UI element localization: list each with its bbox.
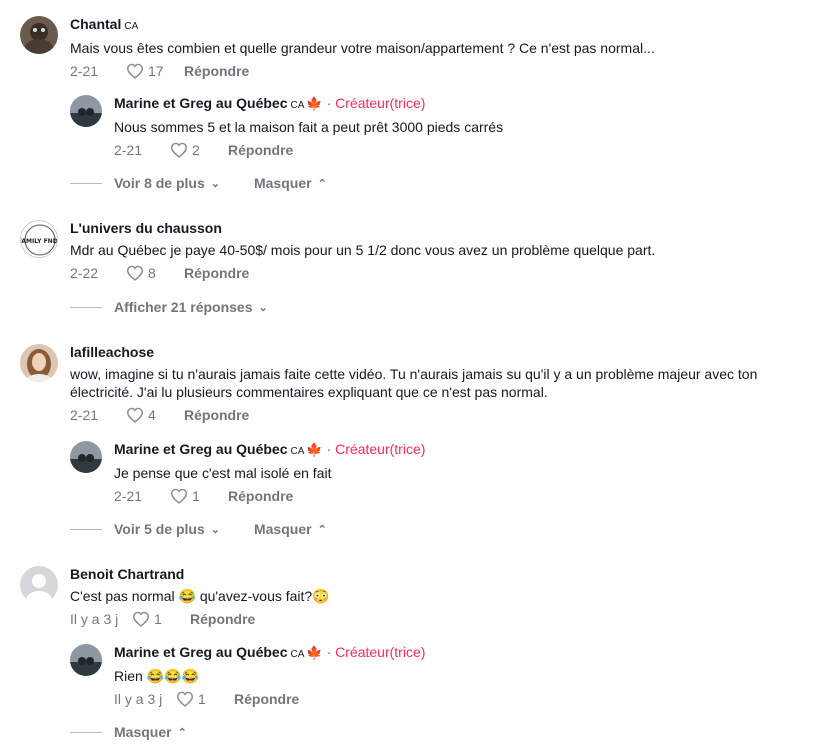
comment-date: 2-22 xyxy=(70,265,99,281)
comment-author[interactable]: Marine et Greg au Québec CA 🍁 · Créateur(tr… xyxy=(114,441,817,460)
like-button[interactable]: 17 xyxy=(126,63,184,79)
country-code: CA xyxy=(290,100,305,111)
like-button[interactable]: 8 xyxy=(126,265,184,281)
comment-text: Je pense que c'est mal isolé en fait xyxy=(114,465,332,481)
reply-button[interactable]: Répondre xyxy=(234,691,299,707)
like-count: 1 xyxy=(154,611,162,627)
comment-date: 2-21 xyxy=(70,63,99,79)
like-count: 4 xyxy=(148,407,156,423)
heart-icon xyxy=(170,488,188,504)
hide-replies-button[interactable]: Masquer ⌃ xyxy=(254,175,327,191)
country-code: CA xyxy=(290,649,305,660)
thread-controls: Voir 8 de plus ⌄ Masquer ⌃ xyxy=(70,175,327,191)
comment-text: Mais vous êtes combien et quelle grandeu… xyxy=(70,40,655,56)
comment-text: wow, imagine si tu n'aurais jamais faite… xyxy=(70,366,758,400)
comment-meta: 2-21 1 Répondre xyxy=(114,486,817,506)
maple-leaf-icon: 🍁 xyxy=(306,645,323,660)
reply-button[interactable]: Répondre xyxy=(228,488,293,504)
like-button[interactable]: 4 xyxy=(126,407,184,423)
reply-button[interactable]: Répondre xyxy=(228,142,293,158)
chevron-up-icon: ⌃ xyxy=(317,177,327,190)
avatar[interactable] xyxy=(70,95,102,127)
comment-date: Il y a 3 j xyxy=(70,611,119,627)
like-count: 1 xyxy=(192,488,200,504)
reply-button[interactable]: Répondre xyxy=(190,611,255,627)
like-count: 1 xyxy=(198,691,206,707)
view-more-replies-button[interactable]: Voir 5 de plus ⌄ xyxy=(114,521,220,537)
divider xyxy=(70,528,102,530)
thread-controls: Masquer ⌃ xyxy=(70,724,187,740)
heart-icon xyxy=(132,611,150,627)
comment-author[interactable]: Marine et Greg au Québec CA 🍁 · Créateur(tr… xyxy=(114,644,817,663)
comment-meta: 2-21 17 Répondre xyxy=(70,61,817,81)
avatar[interactable]: FAMILY FNDS xyxy=(20,220,58,258)
comment-meta: Il y a 3 j 1 Répondre xyxy=(70,609,817,629)
heart-icon xyxy=(126,265,144,281)
comment-author[interactable]: Marine et Greg au Québec CA 🍁 · Créateur(tr… xyxy=(114,95,817,114)
like-count: 2 xyxy=(192,142,200,158)
maple-leaf-icon: 🍁 xyxy=(306,96,323,111)
like-button[interactable]: 1 xyxy=(176,691,234,707)
hide-replies-button[interactable]: Masquer ⌃ xyxy=(114,724,187,740)
creator-badge: · Créateur(trice) xyxy=(326,441,426,457)
avatar[interactable] xyxy=(70,644,102,676)
chevron-down-icon: ⌄ xyxy=(210,523,220,536)
like-count: 8 xyxy=(148,265,156,281)
comment-date: 2-21 xyxy=(114,142,143,158)
chevron-down-icon: ⌄ xyxy=(210,177,220,190)
chevron-up-icon: ⌃ xyxy=(177,726,187,739)
divider xyxy=(70,731,102,733)
show-replies-button[interactable]: Afficher 21 réponses ⌄ xyxy=(114,299,268,315)
like-button[interactable]: 1 xyxy=(170,488,228,504)
chevron-down-icon: ⌄ xyxy=(258,301,268,314)
divider xyxy=(70,306,102,308)
like-button[interactable]: 1 xyxy=(132,611,190,627)
heart-icon xyxy=(126,63,144,79)
comment-text: Mdr au Québec je paye 40-50$/ mois pour … xyxy=(70,242,656,258)
chevron-up-icon: ⌃ xyxy=(317,523,327,536)
creator-badge: · Créateur(trice) xyxy=(326,95,426,111)
comment-meta: Il y a 3 j 1 Répondre xyxy=(114,689,817,709)
creator-badge: · Créateur(trice) xyxy=(326,644,426,660)
comment-author[interactable]: Benoit Chartrand xyxy=(70,566,817,583)
comment-meta: 2-21 4 Répondre xyxy=(70,405,817,425)
comment-date: Il y a 3 j xyxy=(114,691,163,707)
hide-replies-button[interactable]: Masquer ⌃ xyxy=(254,521,327,537)
comment-author[interactable]: lafilleachose xyxy=(70,344,817,361)
thread-controls: Afficher 21 réponses ⌄ xyxy=(70,299,268,315)
comment-date: 2-21 xyxy=(70,407,99,423)
comment-text: C'est pas normal 😂 qu'avez-vous fait?😳 xyxy=(70,588,330,604)
thread-controls: Voir 5 de plus ⌄ Masquer ⌃ xyxy=(70,521,327,537)
view-more-replies-button[interactable]: Voir 8 de plus ⌄ xyxy=(114,175,220,191)
divider xyxy=(70,182,102,184)
avatar[interactable] xyxy=(20,344,58,382)
reply-button[interactable]: Répondre xyxy=(184,63,249,79)
comment-meta: 2-22 8 Répondre xyxy=(70,263,817,283)
country-code: CA xyxy=(124,21,139,32)
avatar[interactable] xyxy=(20,16,58,54)
heart-icon xyxy=(170,142,188,158)
heart-icon xyxy=(176,691,194,707)
avatar[interactable] xyxy=(70,441,102,473)
comment-author[interactable]: Chantal CA xyxy=(70,16,817,35)
maple-leaf-icon: 🍁 xyxy=(306,442,323,457)
comment-author[interactable]: L'univers du chausson xyxy=(70,220,817,237)
avatar[interactable] xyxy=(20,566,58,604)
reply-button[interactable]: Répondre xyxy=(184,407,249,423)
comment-text: Rien 😂😂😂 xyxy=(114,668,199,684)
reply-button[interactable]: Répondre xyxy=(184,265,249,281)
like-count: 17 xyxy=(148,63,164,79)
country-code: CA xyxy=(290,446,305,457)
like-button[interactable]: 2 xyxy=(170,142,228,158)
comment-date: 2-21 xyxy=(114,488,143,504)
comment-text: Nous sommes 5 et la maison fait a peut p… xyxy=(114,119,504,135)
comment-meta: 2-21 2 Répondre xyxy=(114,140,817,160)
avatar-logo-text: FAMILY FNDS xyxy=(21,238,58,245)
heart-icon xyxy=(126,407,144,423)
